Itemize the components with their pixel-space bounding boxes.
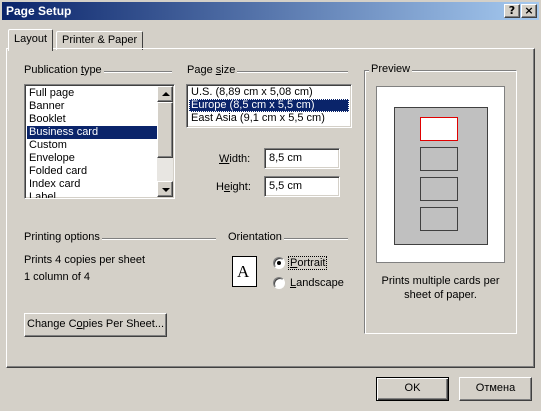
list-item[interactable]: Full page	[27, 87, 157, 100]
preview-description: Prints multiple cards per sheet of paper…	[365, 274, 516, 302]
width-field[interactable]: 8,5 cm	[264, 148, 340, 169]
list-item[interactable]: Envelope	[27, 152, 157, 165]
scrollbar[interactable]	[157, 86, 173, 197]
list-item[interactable]: Folded card	[27, 165, 157, 178]
list-item[interactable]: East Asia (9,1 cm x 5,5 cm)	[189, 112, 349, 125]
preview-card-active	[420, 117, 458, 141]
copies-per-sheet-text: Prints 4 copies per sheet	[24, 254, 146, 266]
publication-type-label: Publication type	[22, 64, 104, 76]
portrait-radio[interactable]	[273, 257, 285, 269]
publication-type-list[interactable]: Full page Banner Booklet Business card C…	[24, 84, 175, 199]
layout-content: Publication type Full page Banner Bookle…	[0, 0, 541, 411]
printing-options-label: Printing options	[22, 231, 102, 243]
list-item[interactable]: Index card	[27, 178, 157, 191]
preview-sheet	[394, 107, 488, 245]
list-item[interactable]: Label	[27, 191, 157, 198]
orientation-label: Orientation	[226, 231, 284, 243]
preview-card	[420, 207, 458, 231]
page-setup-dialog: Page Setup ? × Layout Printer & Paper Pu…	[0, 0, 541, 411]
portrait-page-icon: A	[232, 256, 257, 287]
landscape-radio[interactable]	[273, 277, 285, 289]
scroll-thumb[interactable]	[157, 102, 173, 158]
height-label: Height:	[216, 181, 251, 193]
portrait-label[interactable]: Portrait	[287, 256, 328, 270]
columns-text: 1 column of 4	[24, 271, 91, 283]
list-item[interactable]: U.S. (8,89 cm x 5,08 cm)	[189, 86, 349, 99]
preview-area	[376, 86, 505, 263]
list-items: U.S. (8,89 cm x 5,08 cm) Europe (8,5 cm …	[189, 86, 349, 125]
scroll-down-button[interactable]	[157, 181, 173, 197]
preview-label: Preview	[369, 63, 413, 75]
arrow-down-icon	[162, 188, 170, 192]
list-item[interactable]: Banner	[27, 100, 157, 113]
page-size-list[interactable]: U.S. (8,89 cm x 5,08 cm) Europe (8,5 cm …	[186, 84, 352, 128]
width-label: Width:	[219, 153, 251, 165]
page-size-label: Page size	[185, 64, 238, 76]
change-copies-button[interactable]: Change Copies Per Sheet...	[24, 313, 167, 337]
landscape-label[interactable]: Landscape	[290, 277, 344, 289]
preview-card	[420, 177, 458, 201]
cancel-button[interactable]: Отмена	[459, 377, 532, 401]
orientation-glyph: A	[237, 262, 250, 281]
list-item-selected[interactable]: Business card	[27, 126, 157, 139]
arrow-up-icon	[162, 92, 170, 96]
preview-card	[420, 147, 458, 171]
list-item[interactable]: Booklet	[27, 113, 157, 126]
preview-description-line: sheet of paper.	[404, 289, 477, 301]
radio-dot	[277, 261, 281, 265]
height-field[interactable]: 5,5 cm	[264, 176, 340, 197]
scroll-up-button[interactable]	[157, 86, 173, 102]
preview-description-line: Prints multiple cards per	[381, 275, 500, 287]
list-item[interactable]: Custom	[27, 139, 157, 152]
ok-button[interactable]: OK	[376, 377, 449, 401]
list-items: Full page Banner Booklet Business card C…	[27, 87, 157, 198]
list-item-selected[interactable]: Europe (8,5 cm x 5,5 cm)	[189, 99, 349, 112]
